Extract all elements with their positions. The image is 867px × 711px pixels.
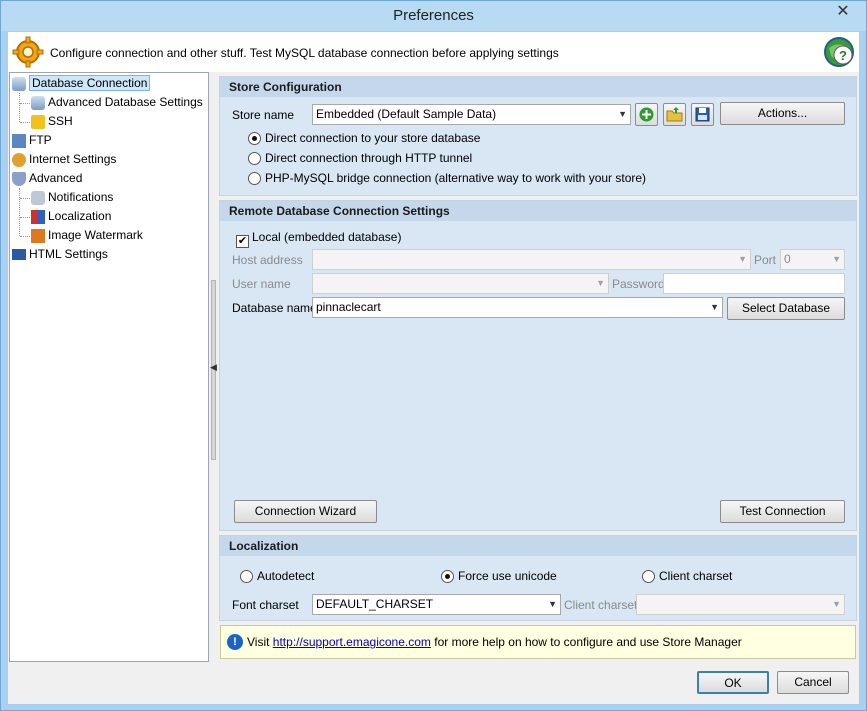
user-name-select[interactable]: ▼ bbox=[312, 273, 609, 294]
local-embedded-checkbox[interactable]: ✔ Local (embedded database) bbox=[236, 230, 401, 248]
cancel-button[interactable]: Cancel bbox=[777, 671, 849, 694]
tree-item-internet-settings[interactable]: Internet Settings bbox=[12, 150, 116, 169]
port-select[interactable]: 0 ▼ bbox=[780, 249, 845, 270]
localization-heading: Localization bbox=[220, 536, 856, 556]
tree-item-html-settings[interactable]: HTML Settings bbox=[12, 245, 108, 264]
password-field[interactable] bbox=[663, 273, 845, 294]
store-name-label: Store name bbox=[232, 108, 295, 122]
collapse-arrow-icon[interactable]: ◀ bbox=[210, 362, 217, 373]
port-label: Port bbox=[754, 253, 777, 267]
open-store-button[interactable] bbox=[663, 103, 686, 126]
open-folder-icon bbox=[666, 107, 683, 122]
support-link[interactable]: http://support.emagicone.com bbox=[273, 635, 431, 649]
internet-icon bbox=[12, 152, 26, 167]
chevron-down-icon: ▼ bbox=[738, 254, 747, 264]
database-name-label: Database name bbox=[232, 301, 317, 315]
save-disk-icon bbox=[695, 107, 710, 122]
help-info-text: Visit http://support.emagicone.com for m… bbox=[247, 635, 742, 649]
radio-indicator bbox=[240, 570, 253, 583]
database-settings-icon bbox=[31, 95, 45, 110]
notifications-icon bbox=[31, 190, 45, 205]
preferences-window: Preferences ✕ Configure connection and o… bbox=[0, 0, 867, 711]
radio-indicator bbox=[248, 172, 261, 185]
settings-tree: Database Connection Advanced Database Se… bbox=[9, 72, 209, 662]
help-info-bar: ! Visit http://support.emagicone.com for… bbox=[220, 625, 856, 659]
html-icon bbox=[12, 249, 26, 261]
store-configuration-heading: Store Configuration bbox=[220, 77, 856, 97]
add-icon bbox=[639, 107, 654, 122]
radio-indicator bbox=[248, 152, 261, 165]
help-globe-icon[interactable]: ? bbox=[823, 36, 855, 68]
lock-icon bbox=[31, 114, 45, 129]
image-watermark-icon bbox=[31, 228, 45, 243]
chevron-down-icon: ▼ bbox=[548, 599, 557, 609]
host-address-select[interactable]: ▼ bbox=[312, 249, 751, 270]
chevron-down-icon: ▼ bbox=[832, 599, 841, 609]
localization-icon bbox=[31, 209, 45, 224]
header-description: Configure connection and other stuff. Te… bbox=[50, 46, 559, 60]
direct-connection-radio[interactable]: Direct connection to your store database bbox=[248, 131, 480, 145]
save-store-button[interactable] bbox=[691, 103, 714, 126]
connection-wizard-button[interactable]: Connection Wizard bbox=[234, 500, 377, 523]
checkmark-icon: ✔ bbox=[236, 235, 249, 248]
splitter-handle[interactable]: ◀ bbox=[210, 280, 218, 460]
database-name-select[interactable]: pinnaclecart ▼ bbox=[312, 297, 723, 318]
user-name-label: User name bbox=[232, 277, 291, 291]
store-configuration-panel: Store Configuration Store name Embedded … bbox=[219, 76, 857, 196]
http-tunnel-radio[interactable]: Direct connection through HTTP tunnel bbox=[248, 151, 472, 165]
font-charset-label: Font charset bbox=[232, 598, 299, 612]
store-name-select[interactable]: Embedded (Default Sample Data) ▼ bbox=[312, 104, 631, 125]
info-icon: ! bbox=[227, 634, 243, 650]
chevron-down-icon: ▼ bbox=[618, 109, 627, 119]
remote-connection-heading: Remote Database Connection Settings bbox=[220, 201, 856, 221]
radio-indicator bbox=[642, 570, 655, 583]
client-charset-label: Client charset bbox=[564, 598, 638, 612]
actions-button[interactable]: Actions... bbox=[720, 102, 845, 125]
chevron-down-icon: ▼ bbox=[710, 302, 719, 312]
tree-item-database-connection[interactable]: Database Connection bbox=[12, 74, 151, 93]
host-address-label: Host address bbox=[232, 253, 303, 267]
client-charset-radio[interactable]: Client charset bbox=[642, 569, 732, 583]
password-label: Password bbox=[612, 277, 665, 291]
tree-item-notifications[interactable]: Notifications bbox=[31, 188, 113, 207]
database-icon bbox=[12, 76, 26, 91]
header-banner: Configure connection and other stuff. Te… bbox=[8, 32, 859, 72]
add-store-button[interactable] bbox=[635, 103, 658, 126]
dialog-client: Configure connection and other stuff. Te… bbox=[8, 32, 859, 704]
php-bridge-radio[interactable]: PHP-MySQL bridge connection (alternative… bbox=[248, 171, 646, 185]
select-database-button[interactable]: Select Database bbox=[727, 297, 845, 320]
chevron-down-icon: ▼ bbox=[832, 254, 841, 264]
chevron-down-icon: ▼ bbox=[596, 278, 605, 288]
window-title: Preferences bbox=[393, 7, 474, 24]
tree-item-ssh[interactable]: SSH bbox=[31, 112, 73, 131]
tree-item-advanced-database-settings[interactable]: Advanced Database Settings bbox=[31, 93, 203, 112]
title-bar: Preferences ✕ bbox=[1, 1, 866, 31]
tree-item-ftp[interactable]: FTP bbox=[12, 131, 52, 150]
force-unicode-radio[interactable]: Force use unicode bbox=[441, 569, 557, 583]
close-icon[interactable]: ✕ bbox=[830, 3, 856, 21]
advanced-shield-icon bbox=[12, 171, 26, 186]
ftp-icon bbox=[12, 133, 26, 148]
remote-connection-panel: Remote Database Connection Settings ✔ Loc… bbox=[219, 200, 857, 531]
autodetect-radio[interactable]: Autodetect bbox=[240, 569, 314, 583]
font-charset-select[interactable]: DEFAULT_CHARSET ▼ bbox=[312, 594, 561, 615]
tree-item-localization[interactable]: Localization bbox=[31, 207, 111, 226]
tree-item-advanced[interactable]: Advanced bbox=[12, 169, 82, 188]
localization-panel: Localization Autodetect Force use unicod… bbox=[219, 535, 857, 621]
test-connection-button[interactable]: Test Connection bbox=[720, 500, 845, 523]
client-charset-select[interactable]: ▼ bbox=[636, 594, 845, 615]
svg-text:?: ? bbox=[839, 48, 847, 63]
gear-icon bbox=[12, 36, 44, 68]
radio-indicator bbox=[248, 132, 261, 145]
tree-item-image-watermark[interactable]: Image Watermark bbox=[31, 226, 143, 245]
radio-indicator bbox=[441, 570, 454, 583]
ok-button[interactable]: OK bbox=[697, 671, 769, 694]
